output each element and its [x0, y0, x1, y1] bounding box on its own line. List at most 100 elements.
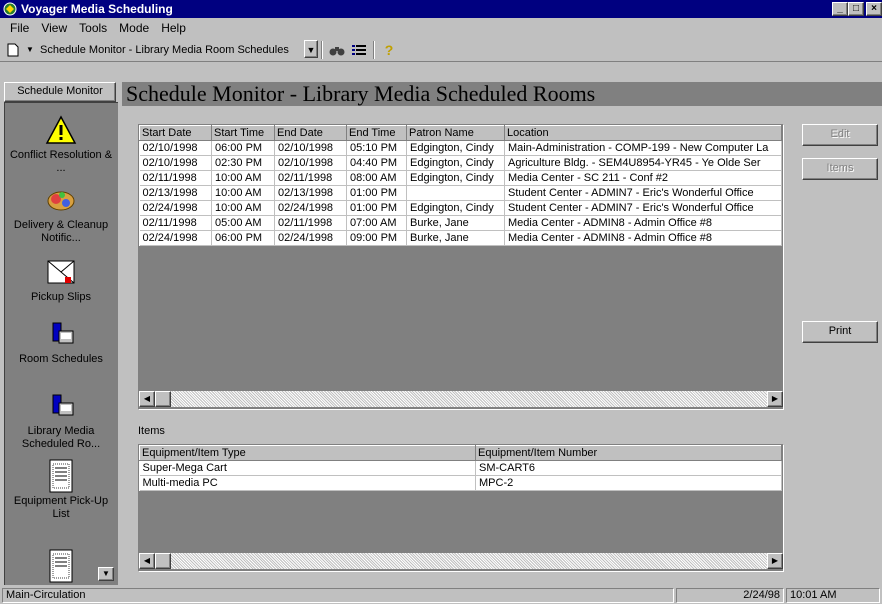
- menu-tools[interactable]: Tools: [73, 21, 113, 35]
- table-cell: SM-CART6: [475, 460, 782, 476]
- sidebar-pane: Conflict Resolution & ... Delivery & Cle…: [4, 102, 118, 585]
- table-cell: Burke, Jane: [406, 215, 505, 231]
- sidebar-item-delivery-cleanup[interactable]: Delivery & Cleanup Notific...: [5, 183, 117, 245]
- menu-view[interactable]: View: [35, 21, 73, 35]
- view-select-value: Schedule Monitor - Library Media Room Sc…: [40, 43, 289, 56]
- maximize-button[interactable]: □: [848, 2, 864, 16]
- table-row[interactable]: 02/24/1998 10:00 AM 02/24/1998 01:00 PM Edgi…: [139, 200, 782, 216]
- sidebar-item-library-media[interactable]: Library Media Scheduled Ro...: [5, 389, 117, 451]
- table-cell: 02/13/1998: [274, 185, 347, 201]
- items-table: Equipment/Item Type Equipment/Item Number…: [139, 445, 782, 491]
- column-header[interactable]: Location: [504, 125, 782, 141]
- sidebar-item-label: Equipment Pick-Up List: [13, 495, 109, 520]
- table-cell: Edgington, Cindy: [406, 140, 505, 156]
- items-hscrollbar[interactable]: ◀ ▶: [139, 553, 783, 569]
- table-row[interactable]: 02/10/1998 06:00 PM 02/10/1998 05:10 PM Edgi…: [139, 140, 782, 156]
- sidebar-scroll-down-button[interactable]: ▼: [98, 567, 114, 581]
- schedule-table: Start Date Start Time End Date End Time Patr…: [139, 125, 782, 246]
- scroll-left-button[interactable]: ◀: [139, 553, 155, 569]
- close-button[interactable]: ×: [866, 2, 882, 16]
- menu-mode[interactable]: Mode: [113, 21, 155, 35]
- binoculars-icon[interactable]: [326, 40, 348, 60]
- schedule-hscrollbar[interactable]: ◀ ▶: [139, 391, 783, 407]
- view-select[interactable]: Schedule Monitor - Library Media Room Sc…: [36, 39, 318, 60]
- table-row[interactable]: 02/13/1998 10:00 AM 02/13/1998 01:00 PM Stud…: [139, 185, 782, 201]
- document-icon: [43, 549, 79, 583]
- table-cell: Super-Mega Cart: [139, 460, 476, 476]
- column-header[interactable]: Equipment/Item Type: [139, 445, 476, 461]
- sidebar-header-button[interactable]: Schedule Monitor: [4, 82, 116, 102]
- table-cell: 08:00 AM: [346, 170, 407, 186]
- menu-file[interactable]: File: [4, 21, 35, 35]
- table-cell: Edgington, Cindy: [406, 155, 505, 171]
- table-cell: 05:10 PM: [346, 140, 407, 156]
- table-row[interactable]: 02/11/1998 10:00 AM 02/11/1998 08:00 AM Edgi…: [139, 170, 782, 186]
- table-row[interactable]: 02/11/1998 05:00 AM 02/11/1998 07:00 AM Burk…: [139, 215, 782, 231]
- sidebar-item-pickup-slips[interactable]: Pickup Slips: [5, 255, 117, 304]
- sidebar-item-room-schedules[interactable]: Room Schedules: [5, 317, 117, 366]
- table-cell: 02/11/1998: [274, 170, 347, 186]
- table-row[interactable]: 02/24/1998 06:00 PM 02/24/1998 09:00 PM Burk…: [139, 230, 782, 246]
- toolbar: ▼ Schedule Monitor - Library Media Room …: [0, 38, 882, 62]
- table-cell: Edgington, Cindy: [406, 170, 505, 186]
- scroll-left-button[interactable]: ◀: [139, 391, 155, 407]
- column-header[interactable]: End Time: [346, 125, 407, 141]
- status-bar: Main-Circulation 2/24/98 10:01 AM: [0, 587, 882, 604]
- minimize-button[interactable]: _: [832, 2, 848, 16]
- table-row[interactable]: Super-Mega Cart SM-CART6: [139, 460, 782, 476]
- column-header[interactable]: Equipment/Item Number: [475, 445, 782, 461]
- sidebar-item-equipment-pickup[interactable]: Equipment Pick-Up List: [5, 459, 117, 521]
- toolbar-separator: [321, 40, 323, 59]
- chevron-down-icon[interactable]: ▼: [304, 39, 318, 58]
- table-cell: Main-Administration - COMP-199 - New Com…: [504, 140, 782, 156]
- list-icon[interactable]: [348, 40, 370, 60]
- sidebar: Schedule Monitor Conflict Resolution & .…: [0, 62, 118, 587]
- new-document-icon[interactable]: [2, 40, 24, 60]
- table-row[interactable]: 02/10/1998 02:30 PM 02/10/1998 04:40 PM Edgi…: [139, 155, 782, 171]
- delivery-icon: [43, 183, 79, 217]
- sidebar-item-label: Room Schedules: [19, 353, 103, 365]
- sidebar-item-conflict-resolution[interactable]: Conflict Resolution & ...: [5, 113, 117, 175]
- edit-button[interactable]: Edit: [802, 124, 878, 146]
- scroll-right-button[interactable]: ▶: [767, 553, 783, 569]
- table-cell: 02/24/1998: [274, 230, 347, 246]
- table-cell: 02:30 PM: [211, 155, 275, 171]
- app-icon[interactable]: [2, 2, 18, 16]
- status-date: 2/24/98: [676, 588, 784, 603]
- print-button[interactable]: Print: [802, 321, 878, 343]
- items-button[interactable]: Items: [802, 158, 878, 180]
- table-cell: 06:00 PM: [211, 140, 275, 156]
- scroll-thumb[interactable]: [155, 553, 171, 569]
- table-cell: 10:00 AM: [211, 170, 275, 186]
- new-dropdown-arrow[interactable]: ▼: [24, 40, 36, 60]
- sidebar-item-label: Library Media Scheduled Ro...: [21, 425, 101, 450]
- table-cell: 02/10/1998: [139, 155, 212, 171]
- column-header[interactable]: Patron Name: [406, 125, 505, 141]
- table-row[interactable]: Multi-media PC MPC-2: [139, 475, 782, 491]
- scroll-right-button[interactable]: ▶: [767, 391, 783, 407]
- table-cell: Multi-media PC: [139, 475, 476, 491]
- status-time: 10:01 AM: [786, 588, 880, 603]
- table-cell: 02/13/1998: [139, 185, 212, 201]
- table-cell: 02/24/1998: [274, 200, 347, 216]
- column-header[interactable]: Start Date: [139, 125, 212, 141]
- column-header[interactable]: End Date: [274, 125, 347, 141]
- menu-bar: File View Tools Mode Help: [0, 18, 882, 38]
- menu-help[interactable]: Help: [155, 21, 192, 35]
- table-cell: 02/10/1998: [274, 155, 347, 171]
- table-cell: 02/24/1998: [139, 200, 212, 216]
- table-cell: Edgington, Cindy: [406, 200, 505, 216]
- scroll-thumb[interactable]: [155, 391, 171, 407]
- room-schedule-icon: [43, 317, 79, 351]
- items-grid[interactable]: Equipment/Item Type Equipment/Item Number…: [138, 444, 784, 572]
- table-cell: 01:00 PM: [346, 185, 407, 201]
- table-cell: 02/11/1998: [139, 215, 212, 231]
- schedule-grid[interactable]: Start Date Start Time End Date End Time Patr…: [138, 124, 784, 410]
- table-cell: 06:00 PM: [211, 230, 275, 246]
- table-cell: 01:00 PM: [346, 200, 407, 216]
- question-mark-icon[interactable]: ?: [378, 40, 400, 60]
- table-cell: 02/11/1998: [274, 215, 347, 231]
- column-header[interactable]: Start Time: [211, 125, 275, 141]
- table-cell: Student Center - ADMIN7 - Eric's Wonderf…: [504, 200, 782, 216]
- items-label: Items: [138, 425, 165, 437]
